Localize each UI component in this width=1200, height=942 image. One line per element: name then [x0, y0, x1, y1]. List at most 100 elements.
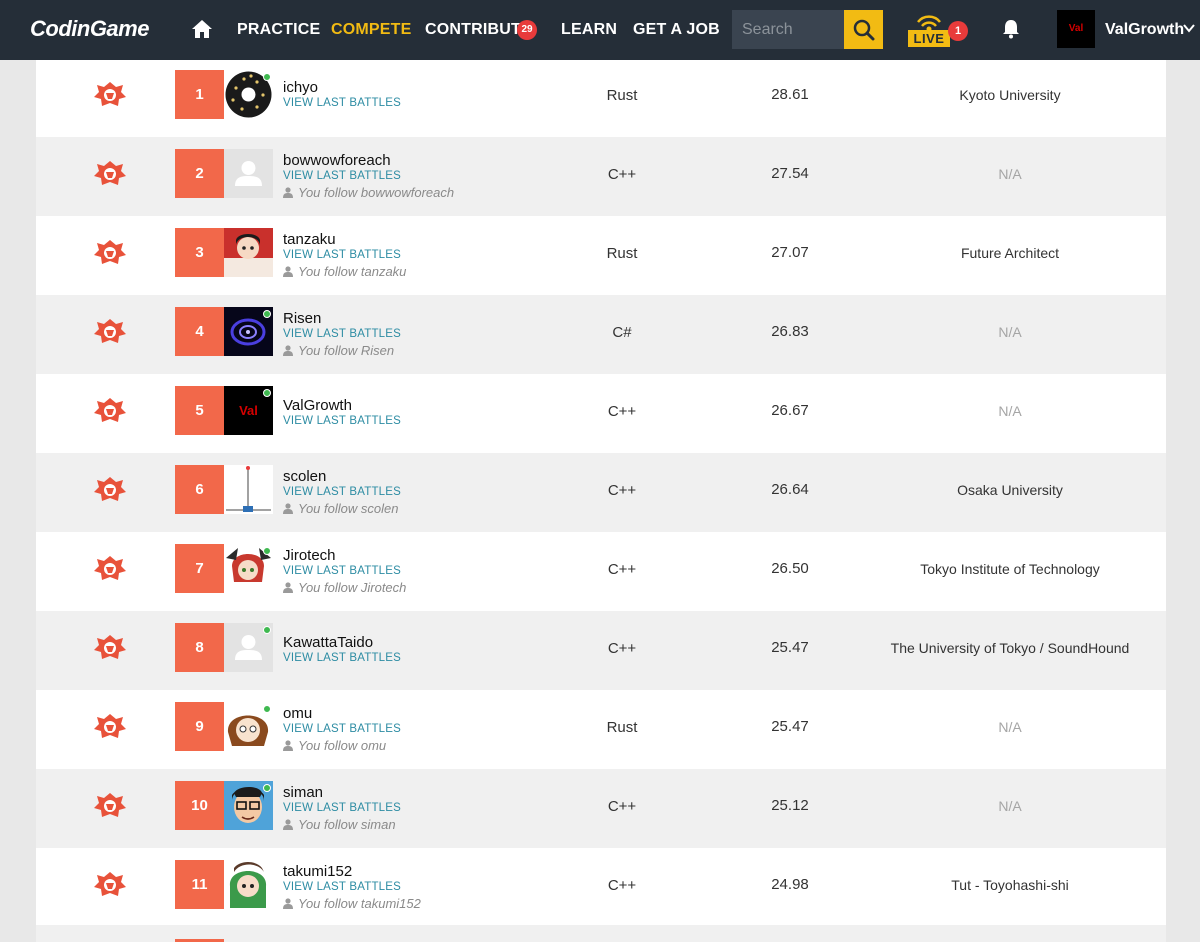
- view-last-battles-link[interactable]: VIEW LAST BATTLES: [283, 415, 401, 427]
- language-cell: Rust: [606, 87, 638, 104]
- view-last-battles-link[interactable]: VIEW LAST BATTLES: [283, 328, 401, 340]
- follow-status: You follow omu: [283, 738, 386, 753]
- league-badge-icon: [92, 396, 128, 426]
- league-badge-icon: [92, 238, 128, 268]
- follow-text: You follow tanzaku: [298, 264, 407, 279]
- view-last-battles-link[interactable]: VIEW LAST BATTLES: [283, 565, 401, 577]
- score-cell: 27.54: [771, 165, 809, 182]
- player-name[interactable]: Risen: [283, 310, 321, 327]
- nav-contribute[interactable]: CONTRIBUTE: [425, 21, 532, 39]
- view-last-battles-link[interactable]: VIEW LAST BATTLES: [283, 652, 401, 664]
- player-name[interactable]: ValGrowth: [283, 397, 352, 414]
- language-cell: Rust: [606, 719, 638, 736]
- person-icon: [283, 740, 293, 751]
- view-last-battles-link[interactable]: VIEW LAST BATTLES: [283, 723, 401, 735]
- league-badge-icon: [92, 80, 128, 110]
- view-last-battles-link[interactable]: VIEW LAST BATTLES: [283, 249, 401, 261]
- organization-cell: Future Architect: [960, 245, 1060, 261]
- user-avatar[interactable]: Val: [1057, 10, 1095, 48]
- league-badge-icon: [92, 317, 128, 347]
- nav-practice[interactable]: PRACTICE: [237, 21, 320, 39]
- rank-badge: 7: [175, 544, 224, 593]
- player-name[interactable]: ichyo: [283, 79, 318, 96]
- player-name[interactable]: scolen: [283, 468, 326, 485]
- online-indicator: [263, 389, 271, 397]
- follow-text: You follow takumi152: [298, 896, 421, 911]
- rank-badge: 4: [175, 307, 224, 356]
- player-name[interactable]: takumi152: [283, 863, 352, 880]
- live-label[interactable]: LIVE: [908, 30, 950, 47]
- follow-text: You follow Risen: [298, 343, 395, 358]
- view-last-battles-link[interactable]: VIEW LAST BATTLES: [283, 486, 401, 498]
- logo-text: CodinGame: [30, 16, 149, 41]
- pendulum-avatar-icon[interactable]: [224, 465, 273, 514]
- score-cell: 26.83: [771, 323, 809, 340]
- follow-text: You follow omu: [298, 738, 387, 753]
- league-badge-icon: [92, 870, 128, 900]
- follow-status: You follow scolen: [283, 501, 398, 516]
- anime-avatar-icon[interactable]: [224, 228, 273, 277]
- organization-cell: The University of Tokyo / SoundHound: [890, 640, 1130, 656]
- table-row: 8 KawattaTaido VIEW LAST BATTLES C++ 25.…: [36, 611, 1166, 690]
- score-cell: 27.07: [771, 244, 809, 261]
- player-name[interactable]: bowwowforeach: [283, 152, 391, 169]
- player-name[interactable]: tanzaku: [283, 231, 336, 248]
- organization-cell: N/A: [998, 798, 1022, 814]
- player-name[interactable]: omu: [283, 705, 312, 722]
- score-cell: 25.47: [771, 718, 809, 735]
- rank-badge: 3: [175, 228, 224, 277]
- chevron-down-icon[interactable]: [1183, 23, 1195, 33]
- person-icon: [283, 345, 293, 356]
- table-row: 7 Jirotech VIEW LAST BATTLES You follow …: [36, 532, 1166, 611]
- person-icon: [283, 819, 293, 830]
- nav-compete[interactable]: COMPETE: [331, 21, 412, 39]
- score-cell: 26.67: [771, 402, 809, 419]
- league-badge-icon: [92, 791, 128, 821]
- codingame-logo[interactable]: CodinGame: [30, 16, 149, 42]
- username-label[interactable]: ValGrowth: [1105, 21, 1184, 39]
- rank-badge: 11: [175, 860, 224, 909]
- score-cell: 26.64: [771, 481, 809, 498]
- organization-cell: N/A: [998, 719, 1022, 735]
- search-icon: [853, 19, 874, 40]
- nav-learn[interactable]: LEARN: [561, 21, 617, 39]
- person-icon: [283, 187, 293, 198]
- table-row: 3 tanzaku VIEW LAST BATTLES You follow t…: [36, 216, 1166, 295]
- league-badge-icon: [92, 475, 128, 505]
- notification-bell-icon[interactable]: [1002, 19, 1020, 39]
- view-last-battles-link[interactable]: VIEW LAST BATTLES: [283, 97, 401, 109]
- view-last-battles-link[interactable]: VIEW LAST BATTLES: [283, 802, 401, 814]
- nav-get-a-job[interactable]: GET A JOB: [633, 21, 720, 39]
- home-icon[interactable]: [191, 19, 213, 39]
- table-row: 4 Risen VIEW LAST BATTLES You follow Ris…: [36, 295, 1166, 374]
- score-cell: 28.61: [771, 86, 809, 103]
- organization-cell: N/A: [998, 166, 1022, 182]
- language-cell: C++: [607, 482, 637, 499]
- player-name[interactable]: siman: [283, 784, 323, 801]
- follow-status: You follow Risen: [283, 343, 394, 358]
- online-indicator: [263, 73, 271, 81]
- player-name[interactable]: KawattaTaido: [283, 634, 373, 651]
- language-cell: C#: [612, 324, 632, 341]
- search-button[interactable]: [844, 10, 883, 49]
- language-cell: C++: [607, 403, 637, 420]
- anime-avatar-icon[interactable]: [224, 860, 273, 909]
- language-cell: C++: [607, 166, 637, 183]
- player-name[interactable]: Jirotech: [283, 547, 336, 564]
- rank-badge: 8: [175, 623, 224, 672]
- view-last-battles-link[interactable]: VIEW LAST BATTLES: [283, 881, 401, 893]
- rank-badge: 9: [175, 702, 224, 751]
- view-last-battles-link[interactable]: VIEW LAST BATTLES: [283, 170, 401, 182]
- default-user-icon[interactable]: [224, 149, 273, 198]
- league-badge-icon: [92, 159, 128, 189]
- rank-badge: 2: [175, 149, 224, 198]
- follow-status: You follow Jirotech: [283, 580, 406, 595]
- rank-badge: 10: [175, 781, 224, 830]
- organization-cell: N/A: [998, 324, 1022, 340]
- follow-text: You follow siman: [298, 817, 396, 832]
- live-count-badge: 1: [948, 21, 968, 41]
- league-badge-icon: [92, 633, 128, 663]
- follow-text: You follow Jirotech: [298, 580, 407, 595]
- leaderboard-table: 1 ichyo VIEW LAST BATTLES Rust 28.61 Kyo…: [36, 58, 1166, 942]
- search-input[interactable]: [732, 10, 844, 49]
